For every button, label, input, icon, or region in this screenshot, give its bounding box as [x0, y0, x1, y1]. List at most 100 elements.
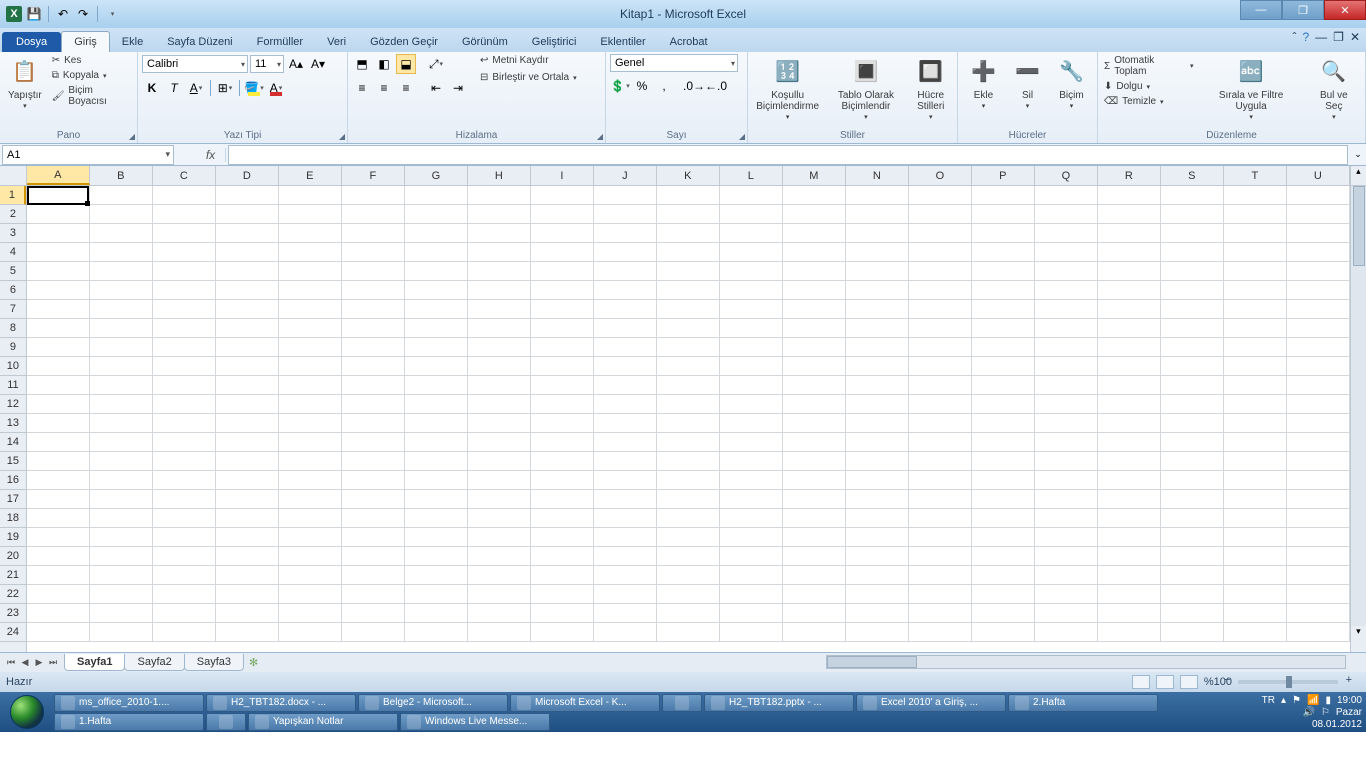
normal-view-icon[interactable]	[1132, 675, 1150, 689]
flag-icon[interactable]: ⚑	[1292, 695, 1301, 706]
copy-button[interactable]: ⧉Kopyala▾	[50, 69, 133, 82]
row-header[interactable]: 16	[0, 471, 26, 490]
row-header[interactable]: 13	[0, 414, 26, 433]
tab-insert[interactable]: Ekle	[110, 32, 155, 52]
tab-addins[interactable]: Eklentiler	[588, 32, 657, 52]
border-button[interactable]: ⊞	[215, 78, 235, 98]
qat-customize-icon[interactable]	[104, 6, 120, 22]
find-select-button[interactable]: 🔍Bul ve Seç▾	[1307, 54, 1361, 124]
clock-time[interactable]: 19:00	[1337, 695, 1362, 706]
sheet-tab[interactable]: Sayfa1	[64, 654, 125, 671]
tab-developer[interactable]: Geliştirici	[520, 32, 589, 52]
column-header[interactable]: I	[531, 166, 594, 185]
tab-page-layout[interactable]: Sayfa Düzeni	[155, 32, 244, 52]
page-layout-view-icon[interactable]	[1156, 675, 1174, 689]
number-format-combo[interactable]: Genel	[610, 54, 738, 72]
column-header[interactable]: P	[972, 166, 1035, 185]
row-header[interactable]: 7	[0, 300, 26, 319]
save-icon[interactable]: 💾	[26, 6, 42, 22]
cut-button[interactable]: ✂Kes	[50, 54, 133, 67]
cell-styles-button[interactable]: 🔲Hücre Stilleri▾	[909, 54, 953, 124]
row-header[interactable]: 11	[0, 376, 26, 395]
fx-icon[interactable]: fx	[196, 148, 226, 162]
dialog-launcher-icon[interactable]: ◢	[739, 132, 745, 141]
orientation-icon[interactable]: ⤢	[426, 54, 446, 74]
row-header[interactable]: 21	[0, 566, 26, 585]
decrease-decimal-icon[interactable]: ←.0	[706, 76, 726, 96]
tab-acrobat[interactable]: Acrobat	[658, 32, 720, 52]
row-header[interactable]: 10	[0, 357, 26, 376]
tab-data[interactable]: Veri	[315, 32, 358, 52]
column-header[interactable]: M	[783, 166, 846, 185]
taskbar-button[interactable]: Belge2 - Microsoft...	[358, 694, 508, 712]
column-header[interactable]: H	[468, 166, 531, 185]
column-header[interactable]: D	[216, 166, 279, 185]
font-size-combo[interactable]: 11	[250, 55, 284, 73]
row-header[interactable]: 24	[0, 623, 26, 642]
maximize-button[interactable]: ❐	[1282, 0, 1324, 20]
tab-home[interactable]: Giriş	[61, 31, 110, 52]
align-middle-icon[interactable]: ◧	[374, 54, 394, 74]
taskbar-button[interactable]: Excel 2010' a Giriş, ...	[856, 694, 1006, 712]
taskbar-button[interactable]: H2_TBT182.docx - ...	[206, 694, 356, 712]
expand-formula-bar-icon[interactable]: ⌄	[1350, 149, 1366, 160]
sheet-tab[interactable]: Sayfa2	[124, 654, 184, 671]
tab-view[interactable]: Görünüm	[450, 32, 520, 52]
column-header[interactable]: C	[153, 166, 216, 185]
help-icon[interactable]: ?	[1302, 30, 1309, 44]
column-header[interactable]: F	[342, 166, 405, 185]
column-header[interactable]: E	[279, 166, 342, 185]
redo-icon[interactable]: ↷	[75, 6, 91, 22]
delete-cells-button[interactable]: ➖Sil▾	[1008, 54, 1048, 113]
start-button[interactable]	[0, 692, 54, 732]
battery-icon[interactable]: ▮	[1325, 695, 1331, 706]
column-header[interactable]: A	[27, 166, 90, 185]
fill-button[interactable]: ⬇Dolgu▾	[1102, 80, 1195, 93]
row-header[interactable]: 4	[0, 243, 26, 262]
row-header[interactable]: 18	[0, 509, 26, 528]
workbook-close-icon[interactable]: ✕	[1350, 30, 1360, 44]
formula-bar[interactable]	[228, 145, 1348, 165]
increase-decimal-icon[interactable]: .0→	[684, 76, 704, 96]
column-header[interactable]: Q	[1035, 166, 1098, 185]
decrease-indent-icon[interactable]: ⇤	[426, 78, 446, 98]
sheet-tab[interactable]: Sayfa3	[184, 654, 244, 671]
format-as-table-button[interactable]: 🔳Tablo Olarak Biçimlendir▾	[827, 54, 904, 124]
sheet-nav-arrows[interactable]: ⏮◀▶⏭	[0, 657, 64, 668]
language-indicator[interactable]: TR	[1262, 695, 1275, 706]
conditional-formatting-button[interactable]: 🔢Koşullu Biçimlendirme▾	[752, 54, 823, 124]
select-all-corner[interactable]	[0, 166, 26, 186]
column-header[interactable]: S	[1161, 166, 1224, 185]
row-header[interactable]: 14	[0, 433, 26, 452]
currency-icon[interactable]: 💲	[610, 76, 630, 96]
minimize-button[interactable]: —	[1240, 0, 1282, 20]
wrap-text-button[interactable]: ↩Metni Kaydır	[478, 54, 579, 67]
column-header[interactable]: B	[90, 166, 153, 185]
column-header[interactable]: J	[594, 166, 657, 185]
row-header[interactable]: 3	[0, 224, 26, 243]
row-header[interactable]: 17	[0, 490, 26, 509]
italic-button[interactable]: T	[164, 78, 184, 98]
column-header[interactable]: R	[1098, 166, 1161, 185]
workbook-restore-icon[interactable]: ❐	[1333, 30, 1344, 44]
row-header[interactable]: 19	[0, 528, 26, 547]
dialog-launcher-icon[interactable]: ◢	[339, 132, 345, 141]
column-header[interactable]: L	[720, 166, 783, 185]
cells-area[interactable]	[27, 186, 1350, 652]
column-header[interactable]: T	[1224, 166, 1287, 185]
action-center-icon[interactable]: ⚐	[1321, 707, 1330, 718]
bold-button[interactable]: K	[142, 78, 162, 98]
row-header[interactable]: 2	[0, 205, 26, 224]
increase-font-icon[interactable]: A▴	[286, 54, 306, 74]
align-top-icon[interactable]: ⬒	[352, 54, 372, 74]
row-header[interactable]: 22	[0, 585, 26, 604]
increase-indent-icon[interactable]: ⇥	[448, 78, 468, 98]
sort-filter-button[interactable]: 🔤Sırala ve Filtre Uygula▾	[1199, 54, 1302, 124]
taskbar-button[interactable]: ms_office_2010-1....	[54, 694, 204, 712]
name-box[interactable]: A1	[2, 145, 174, 165]
row-header[interactable]: 8	[0, 319, 26, 338]
row-header[interactable]: 20	[0, 547, 26, 566]
close-button[interactable]: ✕	[1324, 0, 1366, 20]
fill-color-button[interactable]: 🪣	[244, 78, 264, 98]
column-header[interactable]: U	[1287, 166, 1350, 185]
